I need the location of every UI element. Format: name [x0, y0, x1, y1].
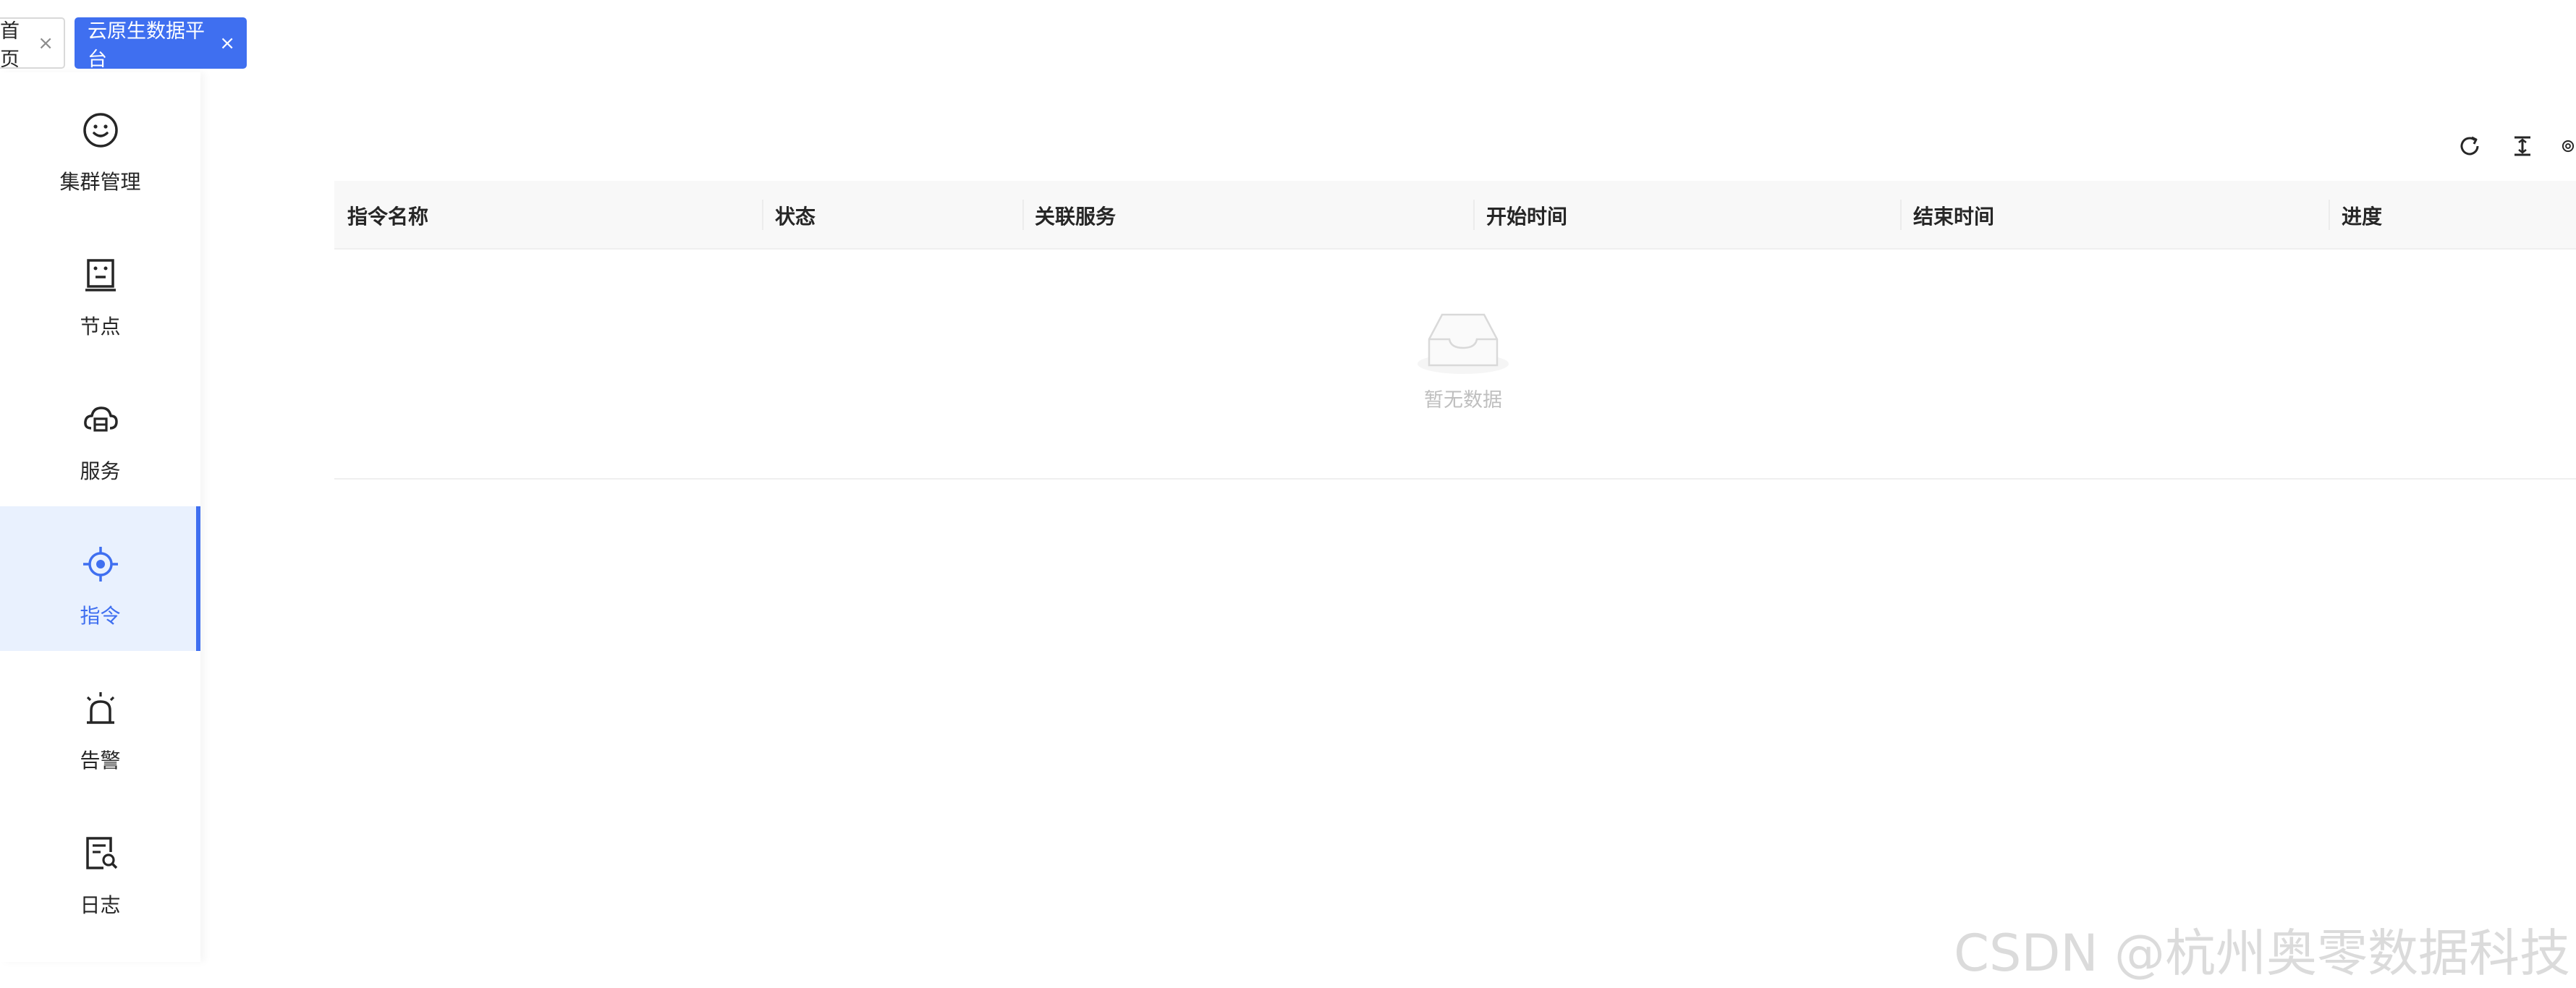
- sidebar-item-node[interactable]: 节点: [0, 217, 200, 362]
- tab-cloud-native-platform[interactable]: 云原生数据平台 ×: [75, 17, 247, 71]
- smile-icon: [80, 110, 121, 150]
- command-table: 指令名称 状态 关联服务 开始时间 结束时间 进度 暂无数据: [334, 181, 2576, 480]
- sidebar-item-command[interactable]: 指令: [0, 506, 200, 651]
- node-icon: [80, 255, 121, 295]
- column-header-start-time[interactable]: 开始时间: [1486, 181, 1567, 250]
- column-divider: [2329, 200, 2330, 230]
- sidebar-item-log[interactable]: 日志: [0, 796, 200, 940]
- sidebar-item-service[interactable]: 服务: [0, 362, 200, 506]
- tab-cloud-native-platform-close-icon[interactable]: ×: [219, 34, 235, 53]
- sidebar-item-label: 日志: [80, 893, 121, 917]
- tab-bar: 首页 × 云原生数据平台 ×: [0, 0, 2576, 72]
- empty-text: 暂无数据: [1424, 389, 1502, 412]
- sidebar: 集群管理 节点 服务 指令 告警 日志: [0, 72, 200, 962]
- column-header-status[interactable]: 状态: [775, 181, 815, 250]
- log-search-icon: [80, 833, 121, 874]
- column-height-icon[interactable]: [2508, 132, 2537, 161]
- sidebar-item-label: 集群管理: [59, 170, 141, 194]
- column-divider: [1900, 200, 1902, 230]
- column-header-progress[interactable]: 进度: [2342, 181, 2382, 250]
- column-divider: [1473, 200, 1475, 230]
- sidebar-item-cluster-management[interactable]: 集群管理: [0, 72, 200, 217]
- column-divider: [1022, 200, 1024, 230]
- tab-home-close-icon[interactable]: ×: [38, 34, 54, 53]
- setting-icon[interactable]: [2560, 132, 2576, 161]
- sidebar-item-label: 节点: [80, 315, 121, 338]
- target-icon: [80, 544, 121, 584]
- sidebar-item-alarm[interactable]: 告警: [0, 651, 200, 796]
- tab-home[interactable]: 首页 ×: [0, 17, 65, 71]
- column-header-related-service[interactable]: 关联服务: [1035, 181, 1116, 250]
- sidebar-item-label: 告警: [80, 749, 121, 772]
- column-header-end-time[interactable]: 结束时间: [1913, 181, 1994, 250]
- table-empty-state: 暂无数据: [334, 250, 2576, 480]
- sidebar-item-label: 服务: [80, 459, 121, 483]
- tab-cloud-native-platform-label: 云原生数据平台: [88, 20, 205, 71]
- column-header-command-name[interactable]: 指令名称: [347, 181, 428, 250]
- watermark: CSDN @杭州奥零数据科技: [1954, 924, 2570, 983]
- column-divider: [762, 200, 763, 230]
- app-root: 首页 × 云原生数据平台 × 集群管理 节点 服务 指令 告警 日志 指令名称 …: [0, 0, 2576, 988]
- sidebar-item-label: 指令: [80, 604, 121, 628]
- table-header: 指令名称 状态 关联服务 开始时间 结束时间 进度: [334, 181, 2576, 250]
- tab-home-label: 首页: [0, 20, 20, 71]
- alarm-icon: [80, 689, 121, 729]
- reload-icon[interactable]: [2455, 132, 2484, 161]
- cloud-service-icon: [80, 399, 121, 440]
- empty-inbox-icon: [1416, 307, 1510, 377]
